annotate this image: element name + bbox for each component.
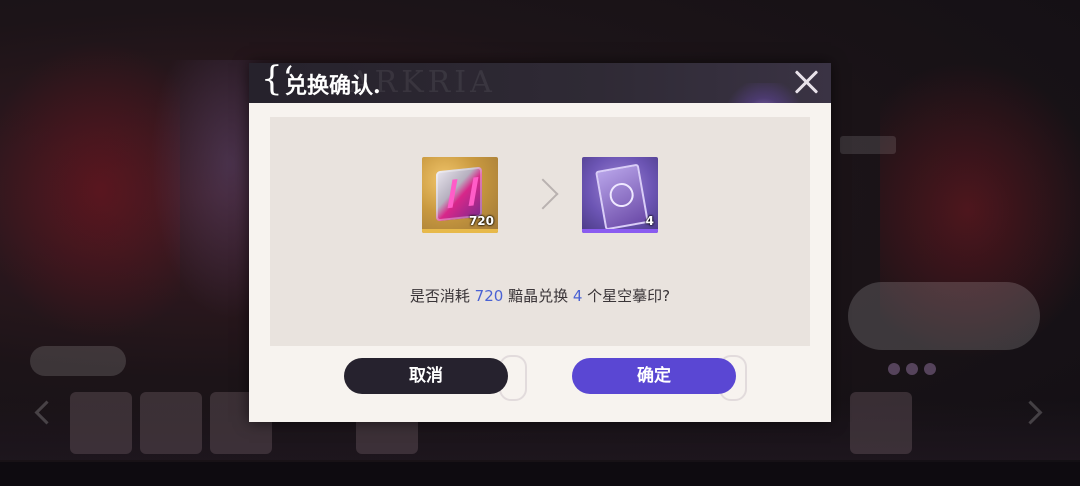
rarity-bar — [422, 229, 498, 233]
confirm-message: 是否消耗 720 黯晶兑换 4 个星空摹印? — [270, 285, 810, 306]
dialog-title-prefix: 兑 — [285, 73, 308, 99]
source-item-count: 720 — [468, 214, 494, 228]
background-thumbnail — [850, 392, 912, 454]
background-action-button — [848, 282, 1040, 350]
source-item-slot[interactable]: 720 — [422, 157, 498, 233]
chevron-right-icon — [527, 178, 559, 210]
cancel-button[interactable]: 取消 — [344, 358, 508, 394]
background-thumbnail — [70, 392, 132, 454]
background-bottom-bar — [0, 462, 1080, 486]
background-label — [840, 136, 896, 154]
dialog-title: 兑换确认. — [285, 68, 381, 100]
background-pill-button — [30, 346, 126, 376]
target-item-slot[interactable]: 4 — [582, 157, 658, 233]
message-middle: 黯晶兑换 — [503, 287, 573, 305]
dialog-header: ARKRIA {‘ 兑换确认. — [249, 63, 831, 103]
exchange-panel: 720 4 是否消耗 720 黯晶兑换 4 个星空摹印? — [270, 117, 810, 346]
rarity-bar — [582, 229, 658, 233]
message-prefix: 是否消耗 — [409, 287, 475, 305]
background-dots — [888, 360, 948, 375]
target-item-count: 4 — [645, 214, 654, 228]
confirm-button[interactable]: 确定 — [572, 358, 736, 394]
dialog-title-text: 换确认. — [307, 73, 381, 99]
star-seal-card-icon — [595, 163, 649, 231]
background-thumbnail — [140, 392, 202, 454]
source-amount: 720 — [474, 287, 504, 305]
close-icon[interactable] — [789, 65, 823, 99]
message-suffix: 个星空摹印? — [582, 287, 671, 305]
target-amount: 4 — [572, 287, 583, 305]
exchange-confirm-dialog: ARKRIA {‘ 兑换确认. 720 4 是否消耗 720 黯晶兑换 4 个星… — [249, 63, 831, 422]
game-screen: ARKRIA {‘ 兑换确认. 720 4 是否消耗 720 黯晶兑换 4 个星… — [0, 0, 1080, 486]
